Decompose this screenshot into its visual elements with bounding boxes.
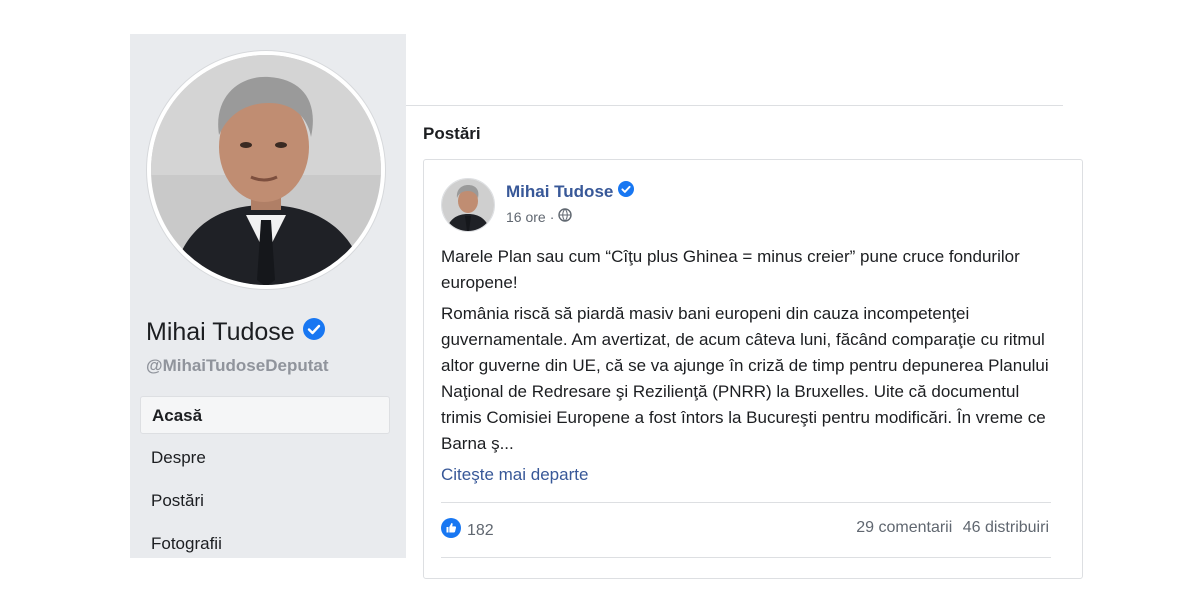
header-divider	[406, 105, 1063, 106]
post-author-name[interactable]: Mihai Tudose	[506, 182, 613, 202]
reactions-summary[interactable]: 182	[441, 518, 494, 543]
post-timestamp[interactable]: 16 ore	[506, 209, 546, 225]
likes-count: 182	[467, 521, 494, 539]
profile-name-text: Mihai Tudose	[146, 318, 295, 346]
portrait-illustration	[151, 55, 381, 285]
posts-section-title: Postări	[423, 124, 481, 143]
shares-count[interactable]: 46 distribuiri	[963, 519, 1049, 536]
profile-sidebar: Mihai Tudose @MihaiTudoseDeputat Acasă D…	[130, 34, 406, 558]
post-card: Mihai Tudose 16 ore · Marele Plan sau cu…	[423, 159, 1083, 579]
post-author[interactable]: Mihai Tudose	[506, 181, 635, 202]
like-icon	[441, 518, 461, 543]
author-avatar-illustration	[442, 179, 494, 231]
engagement-stats: 29 comentarii 46 distribuiri	[850, 519, 1049, 537]
comments-count[interactable]: 29 comentarii	[856, 519, 952, 536]
profile-photo	[151, 55, 381, 285]
nav-item-fotografii[interactable]: Fotografii	[140, 525, 390, 563]
post-meta: 16 ore ·	[506, 208, 573, 225]
profile-nav: Acasă Despre Postări Fotografii	[140, 396, 390, 568]
globe-icon[interactable]	[558, 208, 573, 225]
profile-name[interactable]: Mihai Tudose	[146, 318, 325, 347]
profile-handle[interactable]: @MihaiTudoseDeputat	[146, 356, 328, 376]
post-divider	[441, 502, 1051, 503]
post-paragraph-2: România riscă să piardă masiv bani europ…	[441, 304, 1049, 453]
post-actions-divider	[441, 557, 1051, 558]
post-author-avatar[interactable]	[441, 178, 495, 232]
meta-separator: ·	[549, 208, 555, 225]
read-more-link[interactable]: Citeşte mai departe	[441, 462, 1056, 488]
nav-item-postari[interactable]: Postări	[140, 482, 390, 520]
nav-item-acasa[interactable]: Acasă	[140, 396, 390, 434]
nav-item-despre[interactable]: Despre	[140, 439, 390, 477]
verified-badge-icon	[618, 181, 635, 202]
post-body: Marele Plan sau cum “Cîţu plus Ghinea = …	[441, 244, 1056, 488]
verified-badge-icon	[302, 318, 325, 347]
profile-picture[interactable]	[147, 51, 385, 289]
post-paragraph-1: Marele Plan sau cum “Cîţu plus Ghinea = …	[441, 247, 1020, 292]
